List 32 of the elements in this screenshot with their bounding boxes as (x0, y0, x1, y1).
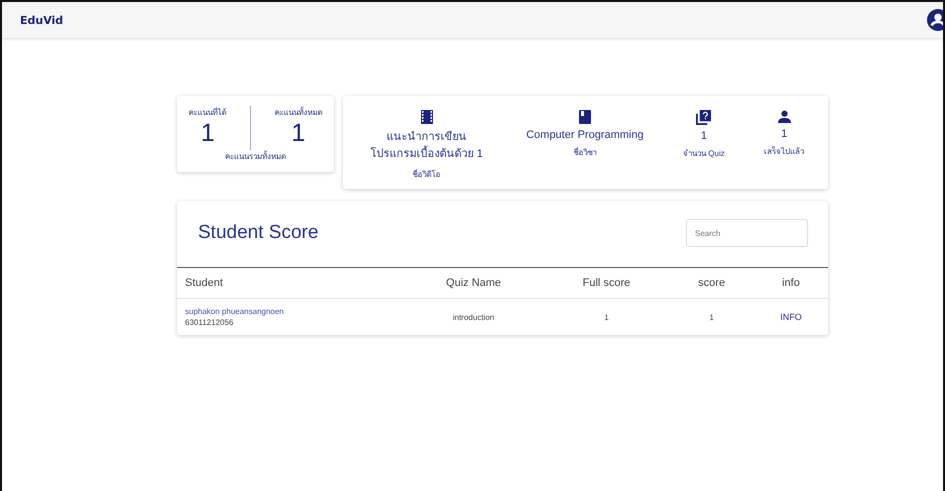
score-value: 1 (200, 119, 215, 147)
score-label: คะแนนที่ได้ (188, 106, 227, 119)
stat-label: ชื่อวิดีโอ (412, 168, 441, 181)
full-score: 1 (604, 312, 609, 322)
column-header: Student (177, 268, 404, 298)
stat-value: 1 (700, 130, 707, 142)
stat-label: ชื่อวิชา (573, 146, 596, 159)
quiz-icon (696, 110, 712, 125)
column-header: Full score (544, 268, 670, 298)
stat-value: 1 (781, 128, 788, 140)
column-header: Quiz Name (403, 268, 544, 298)
student-name: suphakon phueansangnoen (185, 307, 285, 316)
score-value: 1 (291, 119, 306, 147)
stat-value: แนะนำการเขียนโปรแกรมเบื้องต้นด้วย 1 (370, 130, 484, 162)
card-title: Student Score (198, 222, 318, 244)
stat-label: จำนวน Quiz (683, 148, 725, 160)
stat-value: Computer Programming (526, 129, 644, 141)
app-title[interactable]: EduVid (20, 14, 64, 26)
column-header: info (754, 268, 828, 298)
search-field[interactable]: Search (686, 219, 808, 247)
score: 1 (709, 312, 714, 322)
account-icon[interactable] (927, 9, 943, 31)
student-id: 63011212056 (185, 318, 234, 327)
book-icon (578, 110, 591, 124)
person-icon (778, 110, 791, 123)
score-caption: คะแนนรวมทั้งหมด (225, 150, 286, 163)
stat-label: เสร็จไปแล้ว (764, 145, 804, 158)
info-link[interactable]: INFO (780, 312, 802, 322)
score-label: คะแนนทั้งหมด (274, 106, 322, 119)
quiz-name: introduction (452, 312, 494, 322)
column-header: score (669, 268, 754, 298)
film-icon (420, 110, 433, 124)
